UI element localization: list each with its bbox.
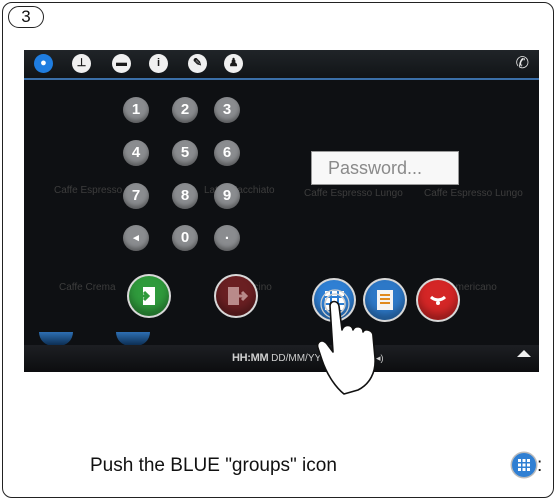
bg-product-label: Caffe Crema — [59, 282, 116, 293]
key-7[interactable]: 7 — [123, 183, 149, 209]
connect-button[interactable] — [418, 280, 458, 320]
password-input[interactable]: Password... — [311, 151, 459, 185]
time-format: HH:MM — [232, 352, 269, 364]
wrench-icon[interactable]: ✆ — [516, 53, 529, 73]
key-backspace[interactable]: ◂ — [123, 225, 149, 251]
key-6[interactable]: 6 — [214, 140, 240, 166]
key-8[interactable]: 8 — [172, 183, 198, 209]
pencil-icon[interactable]: ✎ — [188, 54, 207, 73]
top-toolbar: ● ⊥ ▬ i ✎ ♟ ✆ — [24, 50, 539, 80]
wireless-icon — [429, 295, 447, 305]
logout-icon — [228, 287, 249, 305]
water-drop-icon[interactable]: ● — [34, 54, 53, 73]
login-icon — [138, 287, 155, 305]
key-3[interactable]: 3 — [214, 97, 240, 123]
cup-graphic — [39, 332, 73, 346]
login-button[interactable] — [129, 276, 169, 316]
pointing-hand-icon — [316, 289, 376, 395]
key-5[interactable]: 5 — [172, 140, 198, 166]
key-4[interactable]: 4 — [123, 140, 149, 166]
bg-product-label: Caffe Espresso Lungo — [304, 188, 403, 199]
expand-up-icon[interactable] — [517, 350, 531, 357]
key-0[interactable]: 0 — [172, 225, 198, 251]
key-1[interactable]: 1 — [123, 97, 149, 123]
instruction-colon: : — [537, 455, 543, 476]
cup-graphic — [116, 332, 150, 346]
bg-product-label: Caffe Espresso — [54, 185, 123, 196]
user-icon[interactable]: ♟ — [224, 54, 243, 73]
groups-icon — [512, 453, 536, 477]
calendar-icon[interactable]: ▬ — [112, 54, 131, 73]
instruction-text: Push the BLUE "groups" icon — [90, 455, 337, 477]
key-dot[interactable]: . — [214, 225, 240, 251]
info-icon[interactable]: i — [149, 54, 168, 73]
key-2[interactable]: 2 — [172, 97, 198, 123]
clock-icon[interactable]: ⊥ — [72, 54, 91, 73]
step-number-badge: 3 — [8, 6, 44, 28]
key-9[interactable]: 9 — [214, 183, 240, 209]
machine-screen: ● ⊥ ▬ i ✎ ♟ ✆ Caffe Espresso Latte Macch… — [24, 50, 539, 372]
status-bar: HH:MM DD/MM/YY ◂) — [24, 345, 539, 372]
instruction-main: Push the BLUE "groups" icon — [90, 455, 337, 476]
logout-button[interactable] — [216, 276, 256, 316]
bg-product-label: Caffe Espresso Lungo — [424, 188, 523, 199]
